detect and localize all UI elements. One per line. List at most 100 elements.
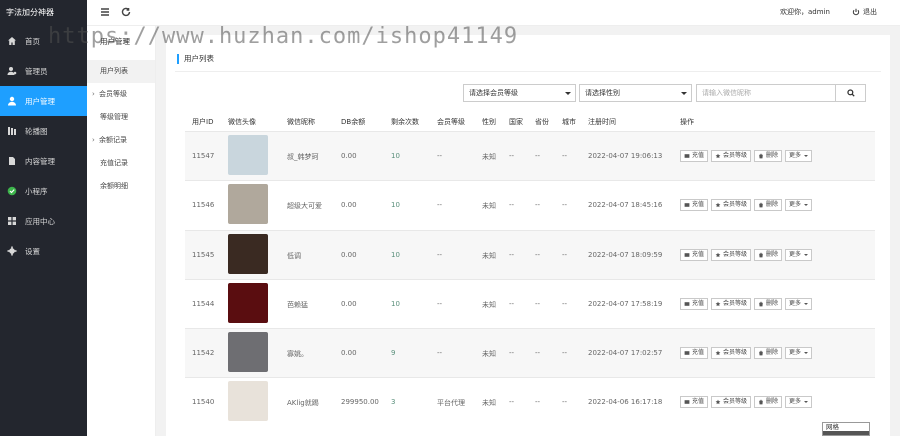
submenu-title: 用户管理 [100, 37, 130, 46]
more-button[interactable]: 更多 [785, 396, 813, 409]
level-button[interactable]: 会员等级 [711, 347, 752, 360]
delete-icon [759, 203, 763, 208]
level-icon [715, 301, 721, 307]
submenu-item-2[interactable]: 等级管理 [87, 106, 155, 129]
more-button[interactable]: 更多 [785, 199, 813, 212]
more-button[interactable]: 更多 [785, 347, 813, 360]
recharge-icon [684, 302, 690, 306]
sidebar-item-4[interactable]: 内容管理 [0, 146, 87, 176]
level-label: 会员等级 [723, 349, 748, 357]
logout-button[interactable]: 退出 [852, 7, 877, 17]
submenu-label: 充值记录 [100, 159, 128, 167]
submenu-items: 用户列表 › 会员等级 等级管理 › 余额记录充值记录余额明细 [87, 60, 155, 198]
level-button[interactable]: 会员等级 [711, 150, 752, 162]
column-header: 用户ID [192, 118, 214, 126]
column-header: 国家 [509, 118, 523, 126]
level-select[interactable]: 请选择会员等级 [463, 84, 576, 102]
more-label: 更多 [789, 299, 802, 307]
recharge-button[interactable]: 充值 [680, 150, 709, 162]
sidebar-item-7[interactable]: 设置 [0, 236, 87, 266]
sidebar-item-6[interactable]: 应用中心 [0, 206, 87, 236]
menu-toggle-icon[interactable] [99, 6, 111, 18]
search-button[interactable] [836, 84, 866, 102]
gender-select[interactable]: 请选择性别 [579, 84, 692, 102]
level-button[interactable]: 会员等级 [711, 199, 752, 212]
recharge-button[interactable]: 充值 [680, 396, 709, 409]
level-button[interactable]: 会员等级 [711, 248, 752, 261]
recharge-button[interactable]: 充值 [680, 248, 709, 261]
submenu-item-0[interactable]: 用户列表 [87, 60, 155, 83]
avatar [228, 381, 268, 422]
row-actions: 充值 会员等级 删除 更多 [680, 396, 813, 409]
column-header: 操作 [680, 118, 694, 126]
cell-id: 11542 [192, 349, 215, 358]
submenu-group-3[interactable]: › 余额记录 [87, 129, 155, 152]
delete-button[interactable]: 删除 [754, 150, 783, 162]
submenu-label: 会员等级 [99, 90, 127, 98]
sidebar-item-5[interactable]: 小程序 [0, 176, 87, 206]
level-label: 会员等级 [723, 201, 748, 209]
sidebar-item-1[interactable]: 管理员 [0, 56, 87, 86]
level-button[interactable]: 会员等级 [711, 297, 752, 310]
chevron-down-icon [681, 92, 687, 95]
submenu-group-1[interactable]: › 会员等级 [87, 83, 155, 106]
recharge-button[interactable]: 充值 [680, 199, 709, 212]
check-circle-icon [6, 186, 17, 197]
cell-province: -- [535, 299, 541, 308]
logout-label: 退出 [863, 8, 877, 16]
cell-registered: 2022-04-07 18:45:16 [588, 201, 663, 210]
more-button[interactable]: 更多 [785, 150, 813, 162]
column-header: DB余额 [341, 118, 366, 126]
cell-remaining: 10 [391, 299, 400, 308]
cell-balance: 0.00 [341, 201, 357, 210]
submenu-item-4[interactable]: 充值记录 [87, 152, 155, 175]
nickname-search-input[interactable] [696, 84, 836, 102]
submenu-item-5[interactable]: 余额明细 [87, 175, 155, 198]
more-label: 更多 [789, 201, 802, 209]
brand-title: 字法加分神器 [0, 0, 87, 26]
column-header: 剩余次数 [391, 118, 419, 126]
more-button[interactable]: 更多 [785, 297, 813, 310]
recharge-label: 充值 [692, 201, 705, 209]
sidebar-item-2[interactable]: 用户管理 [0, 86, 87, 116]
level-label: 会员等级 [723, 398, 748, 406]
column-header: 微信头像 [228, 118, 256, 126]
cell-country: -- [509, 250, 515, 259]
chevron-down-icon [565, 92, 571, 95]
cell-level: -- [437, 299, 443, 308]
refresh-icon[interactable] [120, 6, 132, 18]
cell-nickname: 叔_韩梦珂 [287, 153, 319, 161]
cell-registered: 2022-04-07 17:02:57 [588, 349, 663, 358]
cell-balance: 0.00 [341, 250, 357, 259]
delete-button[interactable]: 删除 [754, 297, 783, 310]
cell-province: -- [535, 250, 541, 259]
cell-gender: 未知 [482, 350, 496, 359]
level-select-value: 请选择会员等级 [469, 89, 518, 97]
level-label: 会员等级 [723, 299, 748, 307]
delete-button[interactable]: 删除 [754, 248, 783, 261]
column-header: 会员等级 [437, 118, 465, 126]
main-panel: 用户列表 请选择会员等级 请选择性别 用户ID微信头像微信昵称DB余额剩余次数会… [166, 35, 890, 436]
recharge-icon [684, 351, 690, 355]
table-row: 11547 叔_韩梦珂 0.00 10 -- 未知 -- -- -- 2022-04-07 19:… [185, 131, 875, 181]
chevron-down-icon [804, 253, 809, 256]
cell-city: -- [562, 398, 568, 407]
delete-icon [759, 301, 763, 307]
level-button[interactable]: 会员等级 [711, 396, 752, 409]
delete-label: 删除 [766, 152, 779, 159]
recharge-button[interactable]: 充值 [680, 347, 709, 360]
delete-button[interactable]: 删除 [754, 347, 783, 360]
sidebar-item-3[interactable]: 轮播图 [0, 116, 87, 146]
delete-button[interactable]: 删除 [754, 396, 783, 409]
avatar [228, 233, 268, 274]
recharge-button[interactable]: 充值 [680, 297, 709, 310]
cell-id: 11546 [192, 201, 215, 210]
submenu: 用户管理 用户列表 › 会员等级 等级管理 › 余额记录充值记录余额明细 [87, 26, 156, 436]
more-button[interactable]: 更多 [785, 248, 813, 261]
power-icon [852, 8, 860, 16]
delete-label: 删除 [766, 250, 779, 258]
sidebar-item-label: 设置 [25, 246, 40, 256]
cell-country: -- [509, 398, 515, 407]
delete-button[interactable]: 删除 [754, 199, 783, 212]
sidebar-item-0[interactable]: 首页 [0, 26, 87, 56]
